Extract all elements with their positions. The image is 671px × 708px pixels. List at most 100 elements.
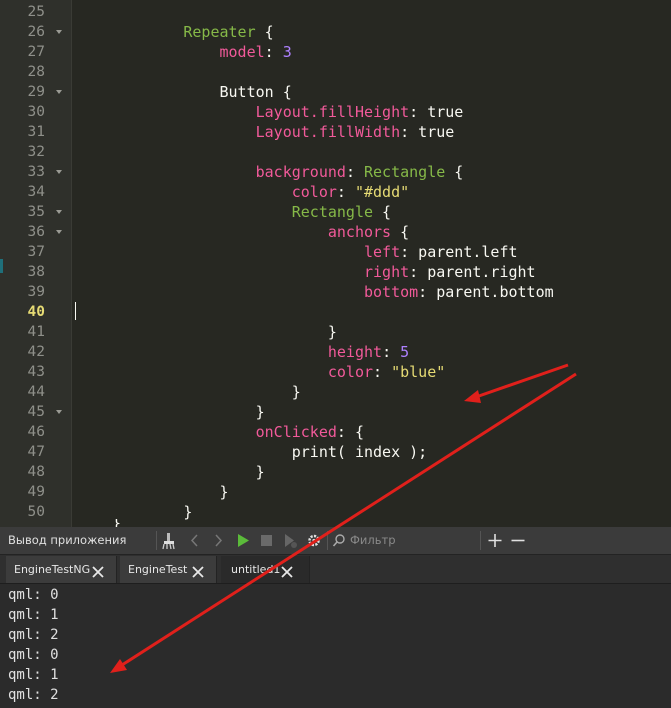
code-token: onClicked: [255, 423, 337, 441]
code-token: color: [291, 183, 337, 201]
gutter-line: 29: [0, 82, 71, 102]
previous-item-icon[interactable]: [185, 530, 205, 551]
tab-label: EngineTest: [128, 563, 188, 576]
close-tab-icon[interactable]: [281, 563, 293, 578]
attach-debugger-icon[interactable]: [280, 530, 300, 551]
code-token: :: [264, 43, 283, 61]
gutter-line: 34: [0, 182, 71, 202]
code-token: : true: [409, 103, 464, 121]
change-marker: [0, 259, 3, 273]
gutter-line: 47: [0, 442, 71, 462]
zoom-out-icon[interactable]: [508, 530, 528, 551]
gutter-line: 42: [0, 342, 71, 362]
output-line: qml: 0: [8, 587, 59, 603]
filter-box[interactable]: [330, 530, 478, 551]
gutter-line: 48: [0, 462, 71, 482]
gutter-line: 49: [0, 482, 71, 502]
line-number: 39: [27, 284, 45, 300]
code-token: }: [291, 383, 301, 401]
next-item-icon[interactable]: [208, 530, 228, 551]
code-line: left: parent.left: [75, 242, 518, 262]
gutter-line: 45: [0, 402, 71, 422]
code-line: Layout.fillWidth: true: [75, 122, 455, 142]
gutter-line: 44: [0, 382, 71, 402]
fold-arrow-icon[interactable]: [56, 230, 62, 234]
code-line: }: [75, 402, 265, 422]
line-number: 44: [27, 384, 45, 400]
close-tab-icon[interactable]: [192, 563, 204, 578]
line-number: 35: [27, 204, 45, 220]
tab-label: untitled1: [231, 563, 281, 576]
tab-label: EngineTestNG: [14, 563, 91, 576]
code-token: Button: [219, 83, 274, 101]
code-line: Rectangle {: [75, 202, 391, 222]
clear-output-icon[interactable]: [161, 530, 181, 551]
code-token: "#ddd": [354, 183, 410, 201]
line-number: 31: [27, 124, 45, 140]
fold-arrow-icon[interactable]: [56, 30, 62, 34]
code-token: Layout.fillWidth: [255, 123, 401, 141]
tab-enginetest[interactable]: EngineTest: [120, 556, 217, 583]
line-number: 33: [27, 164, 45, 180]
line-number: 27: [27, 44, 45, 60]
fold-arrow-icon[interactable]: [56, 210, 62, 214]
settings-gear-icon[interactable]: [304, 530, 324, 551]
gutter-line: 43: [0, 362, 71, 382]
code-editor[interactable]: 25 26 27 28 29 30 31 32 33 34 35 36 37 38 39 40 41 42 43 44…: [0, 0, 671, 527]
tab-untitled1[interactable]: untitled1: [221, 556, 310, 583]
search-icon: [332, 533, 346, 552]
line-number: 46: [27, 424, 45, 440]
zoom-in-icon[interactable]: [485, 530, 505, 551]
code-token: {: [445, 163, 464, 181]
close-tab-icon[interactable]: [92, 563, 104, 578]
code-line: anchors {: [75, 222, 409, 242]
line-number: 38: [27, 264, 45, 280]
code-line: }: [75, 382, 301, 402]
line-number: 43: [27, 364, 45, 380]
fold-arrow-icon[interactable]: [56, 410, 62, 414]
gutter-line: 31: [0, 122, 71, 142]
code-token: Rectangle: [364, 163, 446, 181]
line-number-gutter: 25 26 27 28 29 30 31 32 33 34 35 36 37 38 39 40 41 42 43 44…: [0, 0, 72, 527]
code-line: Repeater {: [75, 22, 273, 42]
code-token: :: [345, 163, 364, 181]
line-number: 47: [27, 444, 45, 460]
gutter-line: 37: [0, 242, 71, 262]
output-line: qml: 1: [8, 607, 59, 623]
application-output[interactable]: qml: 0 qml: 1 qml: 2 qml: 0 qml: 1 qml: 2: [0, 584, 671, 708]
toolbar-separator: [327, 531, 328, 550]
line-number: 29: [27, 84, 45, 100]
code-token: 3: [282, 43, 292, 61]
line-number: 37: [27, 244, 45, 260]
line-number: 45: [27, 404, 45, 420]
tab-enginetestng[interactable]: EngineTestNG: [6, 556, 117, 583]
run-icon[interactable]: [233, 530, 253, 551]
code-token: }: [219, 483, 229, 501]
fold-arrow-icon[interactable]: [56, 90, 62, 94]
code-token: "blue": [391, 363, 446, 381]
gutter-line: 28: [0, 62, 71, 82]
gutter-line: 36: [0, 222, 71, 242]
fold-arrow-icon[interactable]: [56, 170, 62, 174]
code-line: background: Rectangle {: [75, 162, 464, 182]
stop-icon[interactable]: [256, 530, 276, 551]
code-line: }: [75, 482, 229, 502]
output-line: qml: 1: [8, 667, 59, 683]
code-token: anchors: [327, 223, 392, 241]
line-number: 34: [27, 184, 45, 200]
filter-input[interactable]: [350, 531, 474, 549]
gutter-line: 40: [0, 302, 71, 322]
output-line: qml: 0: [8, 647, 59, 663]
